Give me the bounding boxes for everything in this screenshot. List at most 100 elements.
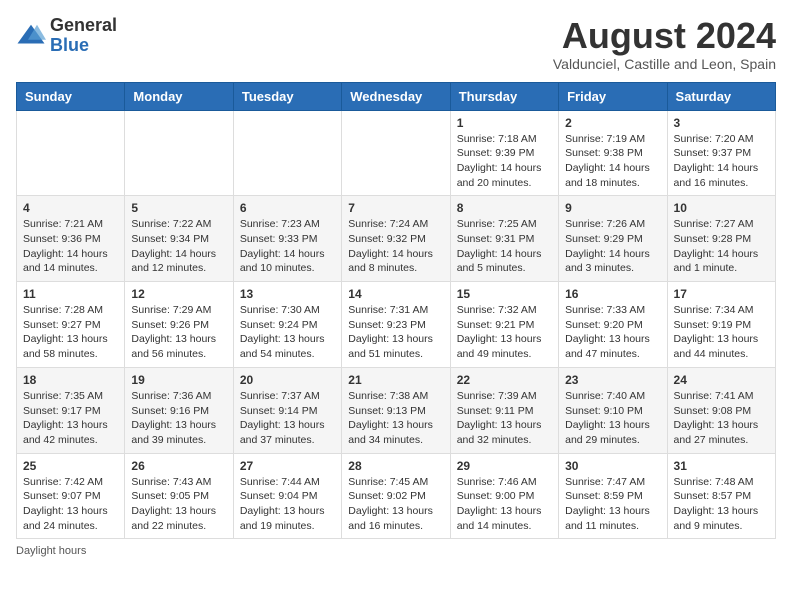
day-info: Sunrise: 7:32 AM Sunset: 9:21 PM Dayligh… [457,303,552,362]
day-number: 24 [674,373,769,387]
calendar-cell: 14 Sunrise: 7:31 AM Sunset: 9:23 PM Dayli… [342,282,450,368]
calendar-cell: 15 Sunrise: 7:32 AM Sunset: 9:21 PM Dayli… [450,282,558,368]
day-header-wednesday: Wednesday [342,82,450,110]
day-info: Sunrise: 7:20 AM Sunset: 9:37 PM Dayligh… [674,132,769,191]
calendar-cell: 6 Sunrise: 7:23 AM Sunset: 9:33 PM Daylig… [233,196,341,282]
day-number: 20 [240,373,335,387]
day-number: 11 [23,287,118,301]
day-info: Sunrise: 7:24 AM Sunset: 9:32 PM Dayligh… [348,217,443,276]
day-number: 23 [565,373,660,387]
calendar-cell: 11Sunrise: 7:28 AM Sunset: 9:27 PM Dayli… [17,282,125,368]
day-info: Sunrise: 7:30 AM Sunset: 9:24 PM Dayligh… [240,303,335,362]
week-row-2: 4Sunrise: 7:21 AM Sunset: 9:36 PM Daylig… [17,196,776,282]
title-area: August 2024 Valdunciel, Castille and Leo… [553,16,776,72]
day-info: Sunrise: 7:46 AM Sunset: 9:00 PM Dayligh… [457,475,552,534]
day-header-tuesday: Tuesday [233,82,341,110]
calendar-cell: 1 Sunrise: 7:18 AM Sunset: 9:39 PM Daylig… [450,110,558,196]
week-row-4: 18 Sunrise: 7:35 AM Sunset: 9:17 PM Dayli… [17,367,776,453]
day-info: Sunrise: 7:19 AM Sunset: 9:38 PM Dayligh… [565,132,660,191]
day-number: 1 [457,116,552,130]
calendar-cell: 19Sunrise: 7:36 AM Sunset: 9:16 PM Dayli… [125,367,233,453]
day-info: Sunrise: 7:21 AM Sunset: 9:36 PM Dayligh… [23,217,118,276]
calendar-cell: 8Sunrise: 7:25 AM Sunset: 9:31 PM Daylig… [450,196,558,282]
calendar-header-row: SundayMondayTuesdayWednesdayThursdayFrid… [17,82,776,110]
calendar-cell [342,110,450,196]
day-info: Sunrise: 7:29 AM Sunset: 9:26 PM Dayligh… [131,303,226,362]
day-header-thursday: Thursday [450,82,558,110]
day-info: Sunrise: 7:33 AM Sunset: 9:20 PM Dayligh… [565,303,660,362]
day-number: 31 [674,459,769,473]
day-number: 22 [457,373,552,387]
day-info: Sunrise: 7:25 AM Sunset: 9:31 PM Dayligh… [457,217,552,276]
header: General Blue August 2024 Valdunciel, Cas… [16,16,776,72]
calendar-cell: 21 Sunrise: 7:38 AM Sunset: 9:13 PM Dayli… [342,367,450,453]
day-info: Sunrise: 7:35 AM Sunset: 9:17 PM Dayligh… [23,389,118,448]
day-header-saturday: Saturday [667,82,775,110]
logo-blue: Blue [50,36,117,56]
day-header-sunday: Sunday [17,82,125,110]
day-number: 17 [674,287,769,301]
day-info: Sunrise: 7:39 AM Sunset: 9:11 PM Dayligh… [457,389,552,448]
day-number: 16 [565,287,660,301]
day-number: 10 [674,201,769,215]
day-number: 15 [457,287,552,301]
calendar-cell: 26 Sunrise: 7:43 AM Sunset: 9:05 PM Dayli… [125,453,233,539]
day-info: Sunrise: 7:34 AM Sunset: 9:19 PM Dayligh… [674,303,769,362]
day-number: 14 [348,287,443,301]
day-number: 12 [131,287,226,301]
day-info: Sunrise: 7:38 AM Sunset: 9:13 PM Dayligh… [348,389,443,448]
calendar-cell: 18 Sunrise: 7:35 AM Sunset: 9:17 PM Dayli… [17,367,125,453]
day-number: 21 [348,373,443,387]
main-title: August 2024 [553,16,776,56]
subtitle: Valdunciel, Castille and Leon, Spain [553,56,776,72]
day-info: Sunrise: 7:43 AM Sunset: 9:05 PM Dayligh… [131,475,226,534]
day-info: Sunrise: 7:44 AM Sunset: 9:04 PM Dayligh… [240,475,335,534]
calendar-cell: 25Sunrise: 7:42 AM Sunset: 9:07 PM Dayli… [17,453,125,539]
day-info: Sunrise: 7:26 AM Sunset: 9:29 PM Dayligh… [565,217,660,276]
day-number: 18 [23,373,118,387]
day-info: Sunrise: 7:18 AM Sunset: 9:39 PM Dayligh… [457,132,552,191]
calendar-cell: 24 Sunrise: 7:41 AM Sunset: 9:08 PM Dayli… [667,367,775,453]
day-number: 2 [565,116,660,130]
calendar-cell: 22 Sunrise: 7:39 AM Sunset: 9:11 PM Dayli… [450,367,558,453]
day-info: Sunrise: 7:36 AM Sunset: 9:16 PM Dayligh… [131,389,226,448]
calendar-cell: 30Sunrise: 7:47 AM Sunset: 8:59 PM Dayli… [559,453,667,539]
calendar-cell: 29 Sunrise: 7:46 AM Sunset: 9:00 PM Dayli… [450,453,558,539]
calendar-cell: 2 Sunrise: 7:19 AM Sunset: 9:38 PM Daylig… [559,110,667,196]
day-info: Sunrise: 7:31 AM Sunset: 9:23 PM Dayligh… [348,303,443,362]
calendar-cell: 27 Sunrise: 7:44 AM Sunset: 9:04 PM Dayli… [233,453,341,539]
day-info: Sunrise: 7:45 AM Sunset: 9:02 PM Dayligh… [348,475,443,534]
calendar-cell [17,110,125,196]
day-number: 9 [565,201,660,215]
calendar-cell: 31 Sunrise: 7:48 AM Sunset: 8:57 PM Dayli… [667,453,775,539]
week-row-3: 11Sunrise: 7:28 AM Sunset: 9:27 PM Dayli… [17,282,776,368]
day-number: 27 [240,459,335,473]
day-number: 3 [674,116,769,130]
calendar-cell: 3 Sunrise: 7:20 AM Sunset: 9:37 PM Daylig… [667,110,775,196]
day-info: Sunrise: 7:22 AM Sunset: 9:34 PM Dayligh… [131,217,226,276]
day-info: Sunrise: 7:23 AM Sunset: 9:33 PM Dayligh… [240,217,335,276]
calendar-cell [125,110,233,196]
logo-general: General [50,16,117,36]
day-header-friday: Friday [559,82,667,110]
calendar-cell: 4Sunrise: 7:21 AM Sunset: 9:36 PM Daylig… [17,196,125,282]
logo-icon [16,21,46,51]
week-row-1: 1 Sunrise: 7:18 AM Sunset: 9:39 PM Daylig… [17,110,776,196]
calendar-cell: 7 Sunrise: 7:24 AM Sunset: 9:32 PM Daylig… [342,196,450,282]
day-number: 29 [457,459,552,473]
calendar-cell [233,110,341,196]
calendar-cell: 17 Sunrise: 7:34 AM Sunset: 9:19 PM Dayli… [667,282,775,368]
calendar-cell: 12 Sunrise: 7:29 AM Sunset: 9:26 PM Dayli… [125,282,233,368]
day-number: 26 [131,459,226,473]
day-header-monday: Monday [125,82,233,110]
calendar-cell: 9 Sunrise: 7:26 AM Sunset: 9:29 PM Daylig… [559,196,667,282]
day-info: Sunrise: 7:48 AM Sunset: 8:57 PM Dayligh… [674,475,769,534]
calendar-cell: 16 Sunrise: 7:33 AM Sunset: 9:20 PM Dayli… [559,282,667,368]
day-info: Sunrise: 7:41 AM Sunset: 9:08 PM Dayligh… [674,389,769,448]
calendar-cell: 20Sunrise: 7:37 AM Sunset: 9:14 PM Dayli… [233,367,341,453]
day-number: 7 [348,201,443,215]
day-number: 6 [240,201,335,215]
day-info: Sunrise: 7:27 AM Sunset: 9:28 PM Dayligh… [674,217,769,276]
week-row-5: 25Sunrise: 7:42 AM Sunset: 9:07 PM Dayli… [17,453,776,539]
calendar-cell: 5Sunrise: 7:22 AM Sunset: 9:34 PM Daylig… [125,196,233,282]
